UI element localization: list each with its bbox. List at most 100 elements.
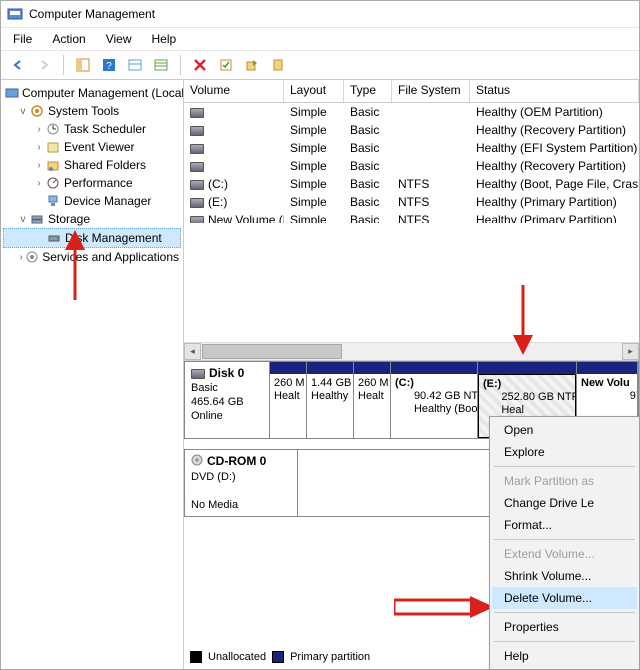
col-type[interactable]: Type (344, 80, 392, 102)
computer-icon (5, 85, 19, 101)
volume-fs (392, 129, 470, 131)
toolbar-separator (63, 55, 64, 75)
volume-fs (392, 111, 470, 113)
volume-layout: Simple (284, 176, 344, 192)
folder-share-icon (45, 157, 61, 173)
help-button[interactable]: ? (98, 54, 120, 76)
partition-block[interactable]: (C:)90.42 GB NTFHealthy (Boot (391, 362, 478, 438)
app-icon (7, 6, 23, 22)
expand-icon[interactable]: › (33, 124, 45, 135)
menu-separator (494, 466, 635, 467)
action-icon[interactable] (267, 54, 289, 76)
volume-row[interactable]: SimpleBasicHealthy (Recovery Partition) (184, 157, 639, 175)
volume-list-header: Volume Layout Type File System Status (184, 80, 639, 103)
expand-icon[interactable]: › (33, 160, 45, 171)
partition-cap (270, 362, 306, 374)
cdrom-header[interactable]: CD-ROM 0 DVD (D:) No Media (185, 450, 298, 516)
volume-fs (392, 165, 470, 167)
ctx-open[interactable]: Open (492, 419, 637, 441)
drive-icon (190, 180, 204, 190)
tree-task-scheduler[interactable]: › Task Scheduler (3, 120, 181, 138)
scroll-right-icon[interactable]: ▸ (622, 343, 639, 360)
volume-row[interactable]: SimpleBasicHealthy (OEM Partition) (184, 103, 639, 121)
menu-separator (494, 612, 635, 613)
volume-layout: Simple (284, 140, 344, 156)
volume-row[interactable]: SimpleBasicHealthy (EFI System Partition… (184, 139, 639, 157)
volume-row[interactable]: (C:)SimpleBasicNTFSHealthy (Boot, Page F… (184, 175, 639, 193)
col-filesystem[interactable]: File System (392, 80, 470, 102)
svg-text:?: ? (106, 61, 112, 72)
ctx-delete-volume[interactable]: Delete Volume... (492, 587, 637, 609)
tree-system-tools[interactable]: v System Tools (3, 102, 181, 120)
ctx-format[interactable]: Format... (492, 514, 637, 536)
tree-device-manager[interactable]: Device Manager (3, 192, 181, 210)
tree-root[interactable]: Computer Management (Local (3, 84, 181, 102)
ctx-explore[interactable]: Explore (492, 441, 637, 463)
volume-name: New Volume (F:) (208, 213, 284, 223)
volume-layout: Simple (284, 158, 344, 174)
partition-block[interactable]: 260 MHealt (270, 362, 307, 438)
partition-cap (577, 362, 637, 374)
horizontal-scrollbar[interactable]: ◂ ▸ (184, 342, 639, 360)
tree-disk-management[interactable]: Disk Management (3, 228, 181, 248)
forward-button[interactable] (33, 54, 55, 76)
volume-status: Healthy (Recovery Partition) (470, 158, 639, 174)
partition-body: 260 MHealt (354, 374, 390, 438)
menu-view[interactable]: View (96, 30, 142, 48)
volume-row[interactable]: SimpleBasicHealthy (Recovery Partition) (184, 121, 639, 139)
drive-icon (190, 126, 204, 136)
tree-label: System Tools (48, 104, 119, 118)
window-titlebar: Computer Management (1, 1, 639, 28)
tree-storage[interactable]: v Storage (3, 210, 181, 228)
collapse-icon[interactable]: v (17, 214, 29, 225)
menu-help[interactable]: Help (142, 30, 187, 48)
show-hide-tree-button[interactable] (72, 54, 94, 76)
volume-fs: NTFS (392, 176, 470, 192)
expand-icon[interactable]: v (17, 106, 29, 117)
device-icon (45, 193, 61, 209)
menu-file[interactable]: File (3, 30, 42, 48)
partition-block[interactable]: 260 MHealt (354, 362, 391, 438)
expand-icon[interactable]: › (33, 142, 45, 153)
scroll-thumb[interactable] (202, 344, 342, 359)
ctx-shrink-volume[interactable]: Shrink Volume... (492, 565, 637, 587)
back-button[interactable] (7, 54, 29, 76)
tree-services-apps[interactable]: › Services and Applications (3, 248, 181, 266)
cdrom-title: CD-ROM 0 (207, 454, 266, 468)
volume-row[interactable]: New Volume (F:)SimpleBasicNTFSHealthy (P… (184, 211, 639, 223)
tree-label: Device Manager (64, 194, 151, 208)
settings-button[interactable] (150, 54, 172, 76)
legend-primary-box (272, 651, 284, 663)
tree-label: Storage (48, 212, 90, 226)
volume-row[interactable]: (E:)SimpleBasicNTFSHealthy (Primary Part… (184, 193, 639, 211)
refresh-icon[interactable] (241, 54, 263, 76)
disk-icon (46, 230, 62, 246)
tree-shared-folders[interactable]: › Shared Folders (3, 156, 181, 174)
menu-action[interactable]: Action (42, 30, 95, 48)
volume-type: Basic (344, 122, 392, 138)
col-layout[interactable]: Layout (284, 80, 344, 102)
volume-layout: Simple (284, 104, 344, 120)
tree-event-viewer[interactable]: › Event Viewer (3, 138, 181, 156)
expand-icon[interactable]: › (33, 178, 45, 189)
drive-icon (190, 162, 204, 172)
tree-label: Services and Applications (42, 250, 179, 264)
drive-icon (190, 144, 204, 154)
expand-icon[interactable]: › (17, 252, 25, 263)
volume-status: Healthy (EFI System Partition) (470, 140, 639, 156)
col-volume[interactable]: Volume (184, 80, 284, 102)
properties-icon[interactable] (215, 54, 237, 76)
scroll-track[interactable] (201, 343, 622, 360)
ctx-help[interactable]: Help (492, 645, 637, 667)
disk0-header[interactable]: Disk 0 Basic 465.64 GB Online (185, 362, 270, 438)
scroll-left-icon[interactable]: ◂ (184, 343, 201, 360)
view-button[interactable] (124, 54, 146, 76)
partition-block[interactable]: 1.44 GBHealthy (307, 362, 354, 438)
cdrom-media: No Media (191, 499, 238, 511)
window-title: Computer Management (29, 7, 155, 21)
ctx-change-drive-letter[interactable]: Change Drive Le (492, 492, 637, 514)
tree-performance[interactable]: › Performance (3, 174, 181, 192)
col-status[interactable]: Status (470, 80, 639, 102)
ctx-properties[interactable]: Properties (492, 616, 637, 638)
delete-icon[interactable] (189, 54, 211, 76)
